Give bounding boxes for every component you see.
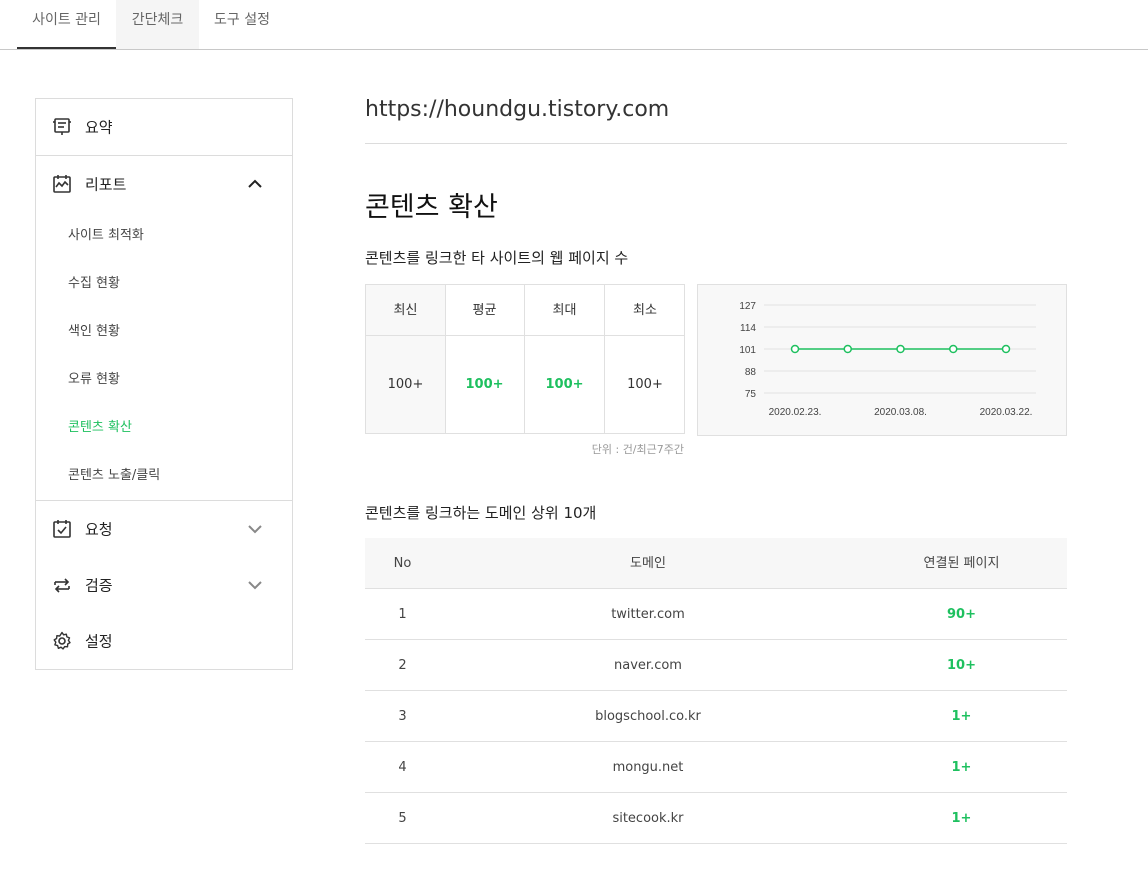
sidebar-item-label: 요청 xyxy=(85,520,113,539)
stat-average: 평균 100+ xyxy=(445,285,525,433)
y-tick-label: 88 xyxy=(745,367,757,378)
section-title-top-domains: 콘텐츠를 링크하는 도메인 상위 10개 xyxy=(365,504,597,522)
data-point xyxy=(949,344,958,354)
data-point xyxy=(843,344,852,354)
unit-note: 단위 : 건/최근7주간 xyxy=(591,443,684,456)
sidebar-item-label: 요약 xyxy=(85,118,113,137)
y-tick-label: 114 xyxy=(740,323,756,334)
divider xyxy=(365,143,1067,144)
row-pages: 10+ xyxy=(947,658,976,673)
stat-latest: 최신 100+ xyxy=(366,285,446,433)
table-row: 5 sitecook.kr 1+ xyxy=(365,793,1067,844)
sidebar-item-summary[interactable]: 요약 xyxy=(36,99,292,155)
data-point xyxy=(896,344,905,354)
table-row: 1 twitter.com 90+ xyxy=(365,589,1067,640)
stat-header: 최신 xyxy=(366,285,445,336)
request-icon xyxy=(53,520,71,538)
stat-value: 100+ xyxy=(465,377,504,392)
row-no: 5 xyxy=(398,811,407,826)
stat-max: 최대 100+ xyxy=(525,285,605,433)
sidebar-subitem-crawl-status[interactable]: 수집 현황 xyxy=(68,275,120,293)
chevron-down-icon[interactable] xyxy=(247,521,263,537)
row-domain: blogschool.co.kr xyxy=(595,709,701,724)
data-point xyxy=(1001,344,1011,354)
stat-value: 100+ xyxy=(366,336,445,433)
tab-tool-settings[interactable]: 도구 설정 xyxy=(199,0,285,49)
row-no: 4 xyxy=(398,760,407,775)
report-icon xyxy=(53,175,71,193)
section-title-linking-pages: 콘텐츠를 링크한 타 사이트의 웹 페이지 수 xyxy=(365,249,629,267)
site-url: https://houndgu.tistory.com xyxy=(365,97,670,122)
y-tick-label: 127 xyxy=(739,301,756,312)
row-domain: sitecook.kr xyxy=(612,811,684,826)
sidebar-subitem-error-status[interactable]: 오류 현황 xyxy=(68,371,120,389)
sidebar-subitem-index-status[interactable]: 색인 현황 xyxy=(68,323,120,341)
table-header: No 도메인 연결된 페이지 xyxy=(365,538,1067,589)
row-pages: 90+ xyxy=(947,607,976,622)
line-chart-svg: 127 114 101 88 75 2020.02.23. 2020.03.08. 2020.… xyxy=(739,301,1036,418)
stat-value: 100+ xyxy=(545,377,584,392)
sidebar-subitem-content-exposure[interactable]: 콘텐츠 노출/클릭 xyxy=(68,467,160,485)
page-title: 콘텐츠 확산 xyxy=(365,192,498,223)
data-point xyxy=(790,344,800,354)
verify-icon xyxy=(54,578,70,593)
row-pages: 1+ xyxy=(951,709,972,724)
sidebar: 요약 리포트 사이트 최적화 수집 현황 색인 현황 오류 현황 콘텐츠 확산 … xyxy=(35,98,293,670)
row-pages: 1+ xyxy=(951,760,972,775)
header-domain: 도메인 xyxy=(630,556,666,571)
table-row: 3 blogschool.co.kr 1+ xyxy=(365,691,1067,742)
x-tick-label: 2020.03.22. xyxy=(980,407,1033,418)
row-no: 2 xyxy=(398,658,407,673)
y-tick-label: 75 xyxy=(745,389,757,400)
y-tick-label: 101 xyxy=(739,345,756,356)
tab-site-management[interactable]: 사이트 관리 xyxy=(17,0,116,49)
stat-value: 100+ xyxy=(627,377,663,392)
row-domain: mongu.net xyxy=(612,760,684,775)
tab-quick-check[interactable]: 간단체크 xyxy=(116,0,199,49)
stat-min: 최소 100+ xyxy=(605,285,685,433)
sidebar-item-verify[interactable]: 검증 xyxy=(36,557,292,613)
sidebar-item-report[interactable]: 리포트 xyxy=(36,156,292,212)
top-tab-bar: 사이트 관리 간단체크 도구 설정 xyxy=(0,0,1148,50)
row-no: 3 xyxy=(398,709,407,724)
chevron-down-icon[interactable] xyxy=(247,577,263,593)
table-row: 2 naver.com 10+ xyxy=(365,640,1067,691)
header-pages: 연결된 페이지 xyxy=(923,556,1000,571)
stat-header: 평균 xyxy=(445,285,524,336)
summary-icon xyxy=(53,118,71,135)
row-domain: naver.com xyxy=(614,658,682,673)
sidebar-item-request[interactable]: 요청 xyxy=(36,501,292,557)
sidebar-item-label: 리포트 xyxy=(85,175,127,194)
x-tick-label: 2020.03.08. xyxy=(874,407,927,418)
stats-table: 최신 100+ 평균 100+ 최대 100+ 최소 100+ xyxy=(365,284,685,434)
chevron-up-icon[interactable] xyxy=(247,176,263,192)
x-tick-label: 2020.02.23. xyxy=(769,407,822,418)
row-no: 1 xyxy=(398,607,407,622)
sidebar-item-label: 검증 xyxy=(85,576,113,595)
row-pages: 1+ xyxy=(951,811,972,826)
stat-header: 최소 xyxy=(605,285,685,336)
sidebar-subitem-content-spread[interactable]: 콘텐츠 확산 xyxy=(68,419,132,437)
header-no: No xyxy=(393,556,412,571)
row-domain: twitter.com xyxy=(611,607,685,622)
sidebar-item-settings[interactable]: 설정 xyxy=(36,613,292,669)
table-row: 4 mongu.net 1+ xyxy=(365,742,1067,793)
sidebar-subitem-site-optimization[interactable]: 사이트 최적화 xyxy=(68,227,144,245)
sidebar-item-label: 설정 xyxy=(85,632,113,651)
stat-header: 최대 xyxy=(525,285,604,336)
gear-icon xyxy=(53,631,71,650)
line-chart: 127 114 101 88 75 2020.02.23. 2020.03.08. 2020.… xyxy=(697,284,1067,436)
